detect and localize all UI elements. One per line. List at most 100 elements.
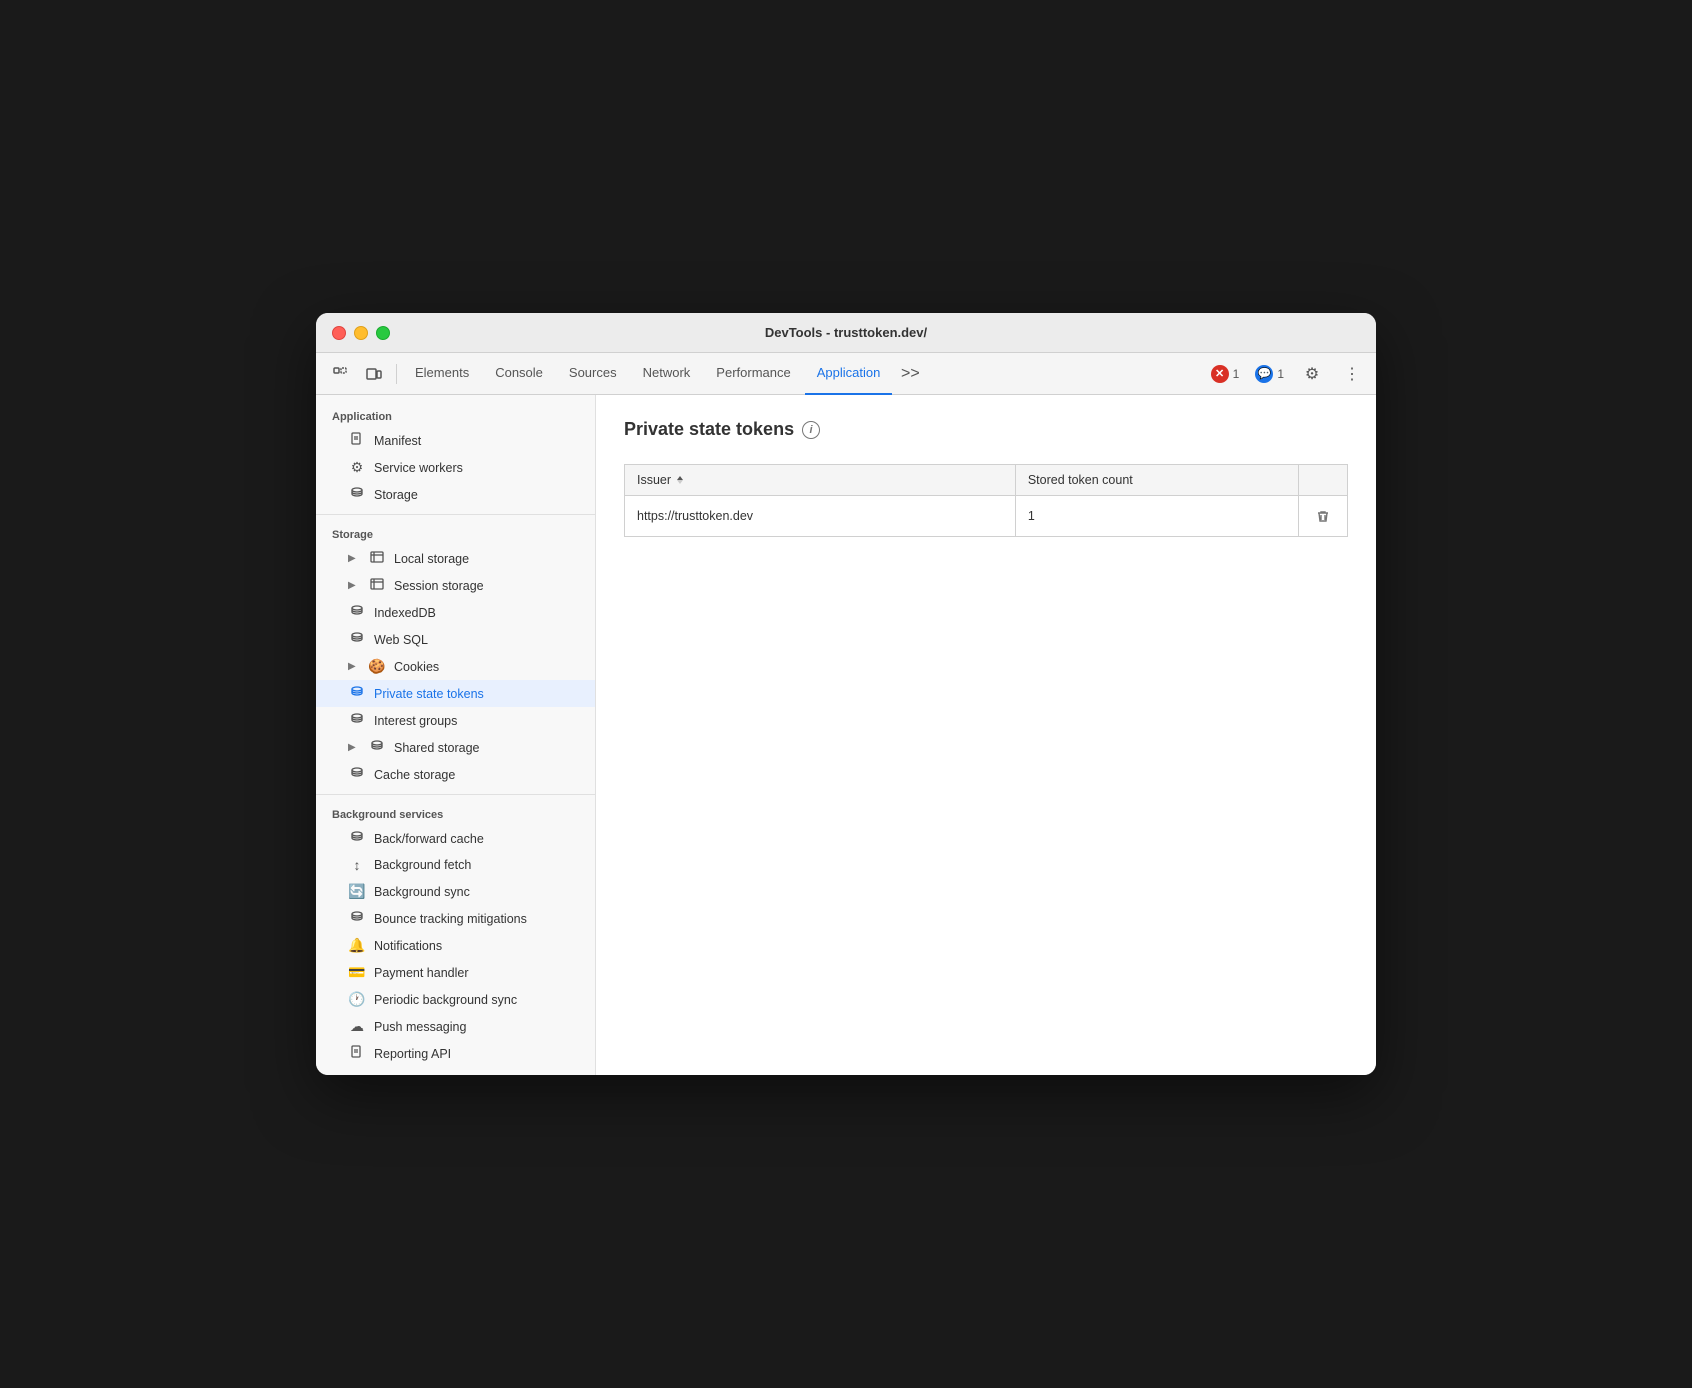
sidebar-section-background: Background services <box>316 801 595 825</box>
sidebar-item-reporting-api-label: Reporting API <box>374 1047 451 1061</box>
tab-sources[interactable]: Sources <box>557 353 629 395</box>
sidebar-item-storage[interactable]: Storage <box>316 481 595 508</box>
sidebar-item-manifest-label: Manifest <box>374 434 421 448</box>
expand-arrow-local: ▶ <box>348 553 360 564</box>
sidebar-item-background-sync[interactable]: 🔄 Background sync <box>316 878 595 905</box>
sidebar-item-manifest[interactable]: Manifest <box>316 427 595 454</box>
error-icon: ✕ <box>1211 365 1229 383</box>
periodic-bg-sync-icon: 🕐 <box>348 991 366 1008</box>
info-badge-button[interactable]: 💬 1 <box>1251 363 1288 385</box>
sidebar-item-backforward-cache[interactable]: Back/forward cache <box>316 825 595 852</box>
sidebar-item-bounce-tracking[interactable]: Bounce tracking mitigations <box>316 905 595 932</box>
page-title-row: Private state tokens i <box>624 419 1348 440</box>
col-header-count[interactable]: Stored token count <box>1015 465 1298 496</box>
toolbar-divider <box>396 364 397 384</box>
cursor-icon-button[interactable] <box>324 360 356 388</box>
toolbar: Elements Console Sources Network Perform… <box>316 353 1376 395</box>
sidebar-item-local-storage[interactable]: ▶ Local storage <box>316 545 595 572</box>
sidebar-item-periodic-bg-sync-label: Periodic background sync <box>374 993 517 1007</box>
sidebar-item-session-storage[interactable]: ▶ Session storage <box>316 572 595 599</box>
sidebar-item-shared-storage[interactable]: ▶ Shared storage <box>316 734 595 761</box>
col-header-issuer[interactable]: Issuer <box>625 465 1016 496</box>
sidebar-item-notifications[interactable]: 🔔 Notifications <box>316 932 595 959</box>
tab-application[interactable]: Application <box>805 353 893 395</box>
sidebar-item-background-sync-label: Background sync <box>374 885 470 899</box>
sidebar-item-storage-label: Storage <box>374 488 418 502</box>
sidebar-item-push-messaging-label: Push messaging <box>374 1020 466 1034</box>
error-count: 1 <box>1233 367 1240 381</box>
sidebar-item-local-storage-label: Local storage <box>394 552 469 566</box>
minimize-button[interactable] <box>354 326 368 340</box>
info-icon-button[interactable]: i <box>802 421 820 439</box>
shared-storage-icon <box>368 739 386 756</box>
error-badge-button[interactable]: ✕ 1 <box>1207 363 1244 385</box>
cell-action <box>1298 496 1347 537</box>
main-panel: Private state tokens i Issuer <box>596 395 1376 1075</box>
cell-issuer: https://trusttoken.dev <box>625 496 1016 537</box>
sidebar-item-notifications-label: Notifications <box>374 939 442 953</box>
sidebar-item-payment-handler[interactable]: 💳 Payment handler <box>316 959 595 986</box>
tab-console[interactable]: Console <box>483 353 555 395</box>
tab-elements[interactable]: Elements <box>403 353 481 395</box>
sidebar-item-indexeddb[interactable]: IndexedDB <box>316 599 595 626</box>
close-button[interactable] <box>332 326 346 340</box>
maximize-button[interactable] <box>376 326 390 340</box>
sidebar-divider-1 <box>316 514 595 515</box>
sidebar-item-background-fetch[interactable]: ↕ Background fetch <box>316 852 595 878</box>
interest-groups-icon <box>348 712 366 729</box>
backforward-cache-icon <box>348 830 366 847</box>
sidebar-item-private-state-tokens[interactable]: Private state tokens <box>316 680 595 707</box>
sidebar-item-periodic-bg-sync[interactable]: 🕐 Periodic background sync <box>316 986 595 1013</box>
sidebar-divider-2 <box>316 794 595 795</box>
settings-button[interactable]: ⚙ <box>1296 360 1328 388</box>
cookies-icon: 🍪 <box>368 658 386 675</box>
indexeddb-icon <box>348 604 366 621</box>
trash-icon <box>1316 509 1330 523</box>
tab-performance[interactable]: Performance <box>704 353 802 395</box>
table-row: https://trusttoken.dev 1 <box>625 496 1348 537</box>
sidebar-item-cache-storage-label: Cache storage <box>374 768 455 782</box>
bounce-tracking-icon <box>348 910 366 927</box>
info-icon: 💬 <box>1255 365 1273 383</box>
devtools-window: DevTools - trusttoken.dev/ Elements Cons… <box>316 313 1376 1075</box>
sidebar-item-cookies-label: Cookies <box>394 660 439 674</box>
sidebar-item-cache-storage[interactable]: Cache storage <box>316 761 595 788</box>
delete-row-button[interactable] <box>1311 504 1335 528</box>
more-options-button[interactable]: ⋮ <box>1336 360 1368 388</box>
sidebar-item-indexeddb-label: IndexedDB <box>374 606 436 620</box>
sidebar-item-interest-groups[interactable]: Interest groups <box>316 707 595 734</box>
more-tabs-button[interactable]: >> <box>894 360 926 388</box>
reporting-api-icon <box>348 1045 366 1062</box>
sidebar-item-interest-groups-label: Interest groups <box>374 714 457 728</box>
titlebar: DevTools - trusttoken.dev/ <box>316 313 1376 353</box>
sidebar-item-background-fetch-label: Background fetch <box>374 858 471 872</box>
storage-icon <box>348 486 366 503</box>
sidebar-item-cookies[interactable]: ▶ 🍪 Cookies <box>316 653 595 680</box>
sort-icon <box>675 474 685 486</box>
local-storage-icon <box>368 550 386 567</box>
sidebar-item-web-sql[interactable]: Web SQL <box>316 626 595 653</box>
col-header-action <box>1298 465 1347 496</box>
sidebar-item-web-sql-label: Web SQL <box>374 633 428 647</box>
sidebar-item-push-messaging[interactable]: ☁ Push messaging <box>316 1013 595 1040</box>
manifest-icon <box>348 432 366 449</box>
sidebar-item-service-workers[interactable]: ⚙ Service workers <box>316 454 595 481</box>
page-title: Private state tokens <box>624 419 794 440</box>
web-sql-icon <box>348 631 366 648</box>
info-count: 1 <box>1277 367 1284 381</box>
push-messaging-icon: ☁ <box>348 1018 366 1035</box>
cache-storage-icon <box>348 766 366 783</box>
sidebar-item-bounce-tracking-label: Bounce tracking mitigations <box>374 912 527 926</box>
content-area: Application Manifest ⚙ Service workers <box>316 395 1376 1075</box>
toolbar-right: ✕ 1 💬 1 ⚙ ⋮ <box>1207 360 1368 388</box>
background-fetch-icon: ↕ <box>348 857 366 873</box>
sidebar-item-backforward-cache-label: Back/forward cache <box>374 832 484 846</box>
tokens-table: Issuer Stored token count <box>624 464 1348 537</box>
window-title: DevTools - trusttoken.dev/ <box>765 325 927 340</box>
sidebar-item-reporting-api[interactable]: Reporting API <box>316 1040 595 1067</box>
sidebar-section-application: Application <box>316 403 595 427</box>
private-state-tokens-icon <box>348 685 366 702</box>
payment-handler-icon: 💳 <box>348 964 366 981</box>
device-toggle-button[interactable] <box>358 360 390 388</box>
tab-network[interactable]: Network <box>631 353 703 395</box>
